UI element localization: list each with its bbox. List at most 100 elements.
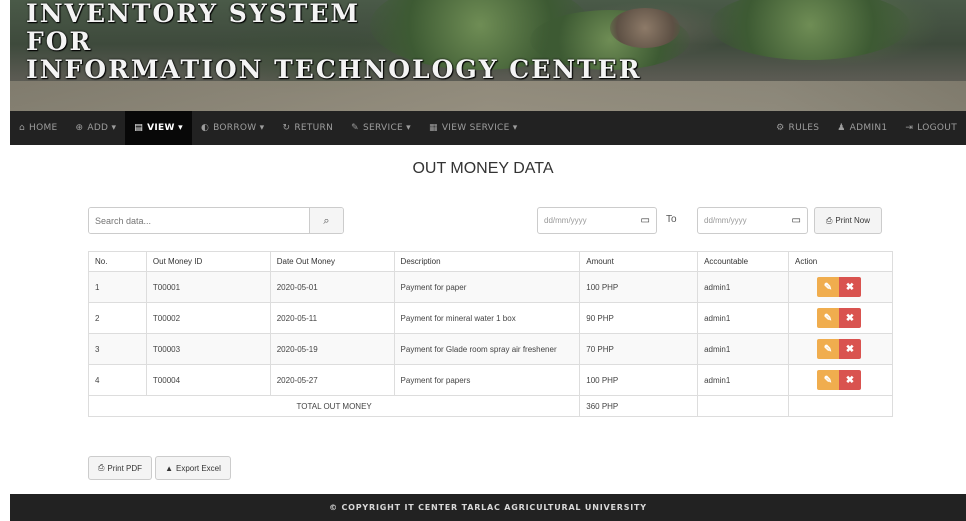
search-input[interactable] (89, 208, 309, 233)
date-from-input[interactable]: dd/mm/yyyy ▭ (537, 207, 657, 234)
cell-accountable: admin1 (697, 333, 789, 365)
edit-button[interactable]: ✎ (817, 370, 839, 390)
close-icon: ✖ (845, 343, 855, 355)
column-header: Date Out Money (269, 251, 395, 272)
pencil-icon: ✎ (823, 312, 833, 324)
user-icon: ♟ (837, 123, 846, 133)
column-header: Action (788, 251, 893, 272)
column-header: Accountable (697, 251, 789, 272)
table-row: 4 T00004 2020-05-27 Payment for papers 1… (88, 364, 893, 396)
print-pdf-button[interactable]: ⎙ Print PDF (88, 456, 152, 480)
cell-no: 2 (88, 302, 147, 334)
edit-button[interactable]: ✎ (817, 308, 839, 328)
print-now-button[interactable]: ⎙ Print Now (814, 207, 882, 234)
calendar-icon[interactable]: ▭ (641, 215, 650, 226)
nav-return[interactable]: ↻ RETURN (273, 111, 342, 145)
search-group: ⌕ (88, 207, 344, 234)
out-money-table: No. Out Money ID Date Out Money Descript… (87, 251, 893, 417)
edit-button[interactable]: ✎ (817, 277, 839, 297)
home-icon: ⌂ (19, 123, 26, 133)
table-header-row: No. Out Money ID Date Out Money Descript… (88, 251, 893, 272)
cell-action: ✎ ✖ (788, 302, 893, 334)
cell-description: Payment for papers (393, 364, 581, 396)
total-value: 360 PHP (579, 395, 699, 417)
date-to-input[interactable]: dd/mm/yyyy ▭ (697, 207, 808, 234)
delete-button[interactable]: ✖ (839, 277, 861, 297)
wrench-icon: ✎ (351, 123, 359, 133)
column-header: Amount (579, 251, 699, 272)
table-row: 3 T00003 2020-05-19 Payment for Glade ro… (88, 333, 893, 365)
cell-id: T00001 (145, 271, 271, 303)
nav-borrow[interactable]: ◐ BORROW ▾ (192, 111, 274, 145)
pencil-icon: ✎ (823, 281, 833, 293)
footer: © COPYRIGHT IT CENTER TARLAC AGRICULTURA… (10, 494, 966, 521)
cell-description: Payment for mineral water 1 box (393, 302, 581, 334)
delete-button[interactable]: ✖ (839, 308, 861, 328)
cell-id: T00002 (145, 302, 271, 334)
cell-amount: 100 PHP (579, 271, 699, 303)
export-excel-button[interactable]: ▲ Export Excel (155, 456, 231, 480)
cell-action: ✎ ✖ (788, 333, 893, 365)
pencil-icon: ✎ (823, 374, 833, 386)
list-icon: ▤ (134, 123, 144, 133)
table-row: 2 T00002 2020-05-11 Payment for mineral … (88, 302, 893, 334)
nav-view[interactable]: ▤ VIEW ▾ (125, 111, 192, 145)
cell-action: ✎ ✖ (788, 364, 893, 396)
nav-home[interactable]: ⌂ HOME (10, 111, 67, 145)
nav-service[interactable]: ✎ SERVICE ▾ (342, 111, 420, 145)
cell-no: 4 (88, 364, 147, 396)
column-header: No. (88, 251, 147, 272)
close-icon: ✖ (845, 281, 855, 293)
calendar-icon[interactable]: ▭ (792, 215, 801, 226)
cell-date: 2020-05-19 (269, 333, 395, 365)
nav-admin[interactable]: ♟ ADMIN1 (828, 111, 896, 145)
close-icon: ✖ (845, 312, 855, 324)
nav-view-service[interactable]: ▦ VIEW SERVICE ▾ (420, 111, 527, 145)
rules-icon: ⚙ (776, 123, 785, 133)
view-service-icon: ▦ (429, 123, 438, 133)
table-total-row: TOTAL OUT MONEY 360 PHP (87, 395, 893, 417)
cell-no: 3 (88, 333, 147, 365)
plus-icon: ⊕ (75, 123, 84, 133)
cell-id: T00004 (145, 364, 271, 396)
cell-amount: 90 PHP (579, 302, 699, 334)
cell-accountable: admin1 (697, 271, 789, 303)
header-banner: INVENTORY SYSTEM FOR INFORMATION TECHNOL… (10, 0, 966, 111)
cell-id: T00003 (145, 333, 271, 365)
search-button[interactable]: ⌕ (309, 208, 343, 233)
table-row: 1 T00001 2020-05-01 Payment for paper 10… (88, 271, 893, 303)
cell-date: 2020-05-01 (269, 271, 395, 303)
borrow-icon: ◐ (200, 123, 210, 133)
cell-action: ✎ ✖ (788, 271, 893, 303)
edit-button[interactable]: ✎ (817, 339, 839, 359)
pencil-icon: ✎ (823, 343, 833, 355)
logout-icon: ⇥ (905, 123, 914, 133)
nav-logout[interactable]: ⇥ LOGOUT (896, 111, 966, 145)
main-navbar: ⌂ HOME ⊕ ADD ▾ ▤ VIEW ▾ ◐ BORROW ▾ ↻ RET… (10, 111, 966, 145)
date-range-to-label: To (666, 214, 677, 225)
cell-description: Payment for paper (393, 271, 581, 303)
copyright-text: © COPYRIGHT IT CENTER TARLAC AGRICULTURA… (329, 503, 647, 512)
cell-accountable: admin1 (697, 302, 789, 334)
printer-icon: ⎙ (825, 215, 833, 225)
return-icon: ↻ (282, 123, 291, 133)
cell-amount: 100 PHP (579, 364, 699, 396)
export-icon: ▲ (165, 463, 173, 473)
delete-button[interactable]: ✖ (839, 370, 861, 390)
search-icon: ⌕ (323, 213, 330, 227)
cell-date: 2020-05-11 (269, 302, 395, 334)
column-header: Description (393, 251, 581, 272)
nav-add[interactable]: ⊕ ADD ▾ (67, 111, 126, 145)
total-label: TOTAL OUT MONEY (87, 395, 581, 417)
cell-description: Payment for Glade room spray air freshen… (393, 333, 581, 365)
page-title: OUT MONEY DATA (412, 160, 554, 177)
column-header: Out Money ID (145, 251, 271, 272)
site-title: INVENTORY SYSTEM FOR INFORMATION TECHNOL… (26, 0, 642, 84)
cell-amount: 70 PHP (579, 333, 699, 365)
page: INVENTORY SYSTEM FOR INFORMATION TECHNOL… (0, 0, 966, 521)
delete-button[interactable]: ✖ (839, 339, 861, 359)
cell-accountable: admin1 (697, 364, 789, 396)
nav-rules[interactable]: ⚙ RULES (767, 111, 828, 145)
cell-no: 1 (88, 271, 147, 303)
cell-date: 2020-05-27 (269, 364, 395, 396)
